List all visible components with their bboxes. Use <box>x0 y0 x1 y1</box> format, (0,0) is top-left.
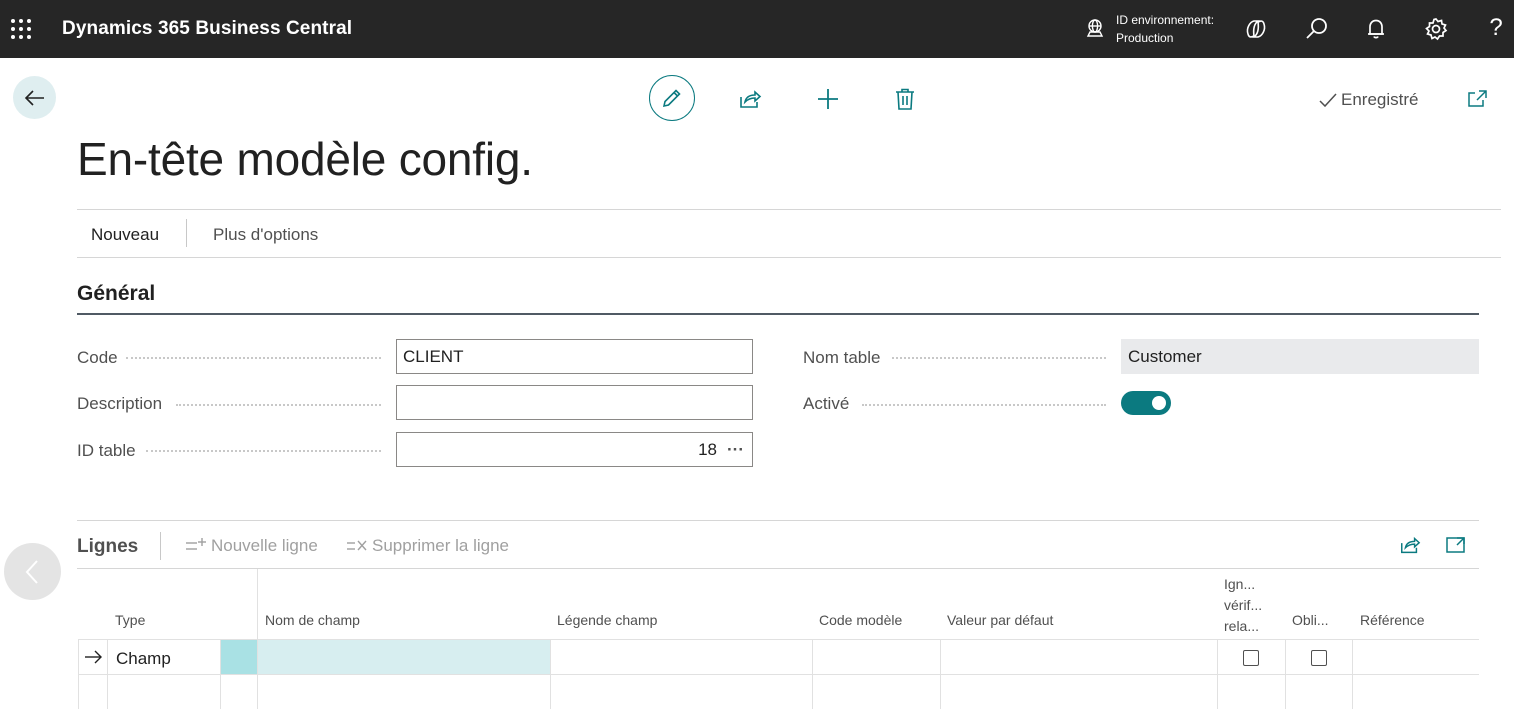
action-separator <box>186 219 187 247</box>
environment-label: ID environnement: <box>1116 13 1215 27</box>
column-header-skip-relation-check[interactable]: Ign... vérif... rela... <box>1224 574 1262 637</box>
enabled-toggle[interactable] <box>1121 391 1171 415</box>
chevron-left-icon <box>25 560 38 584</box>
grid-top-border <box>77 568 1479 569</box>
action-separator <box>160 532 161 560</box>
checkmark-icon <box>1319 93 1337 108</box>
new-action[interactable]: Nouveau <box>91 225 159 245</box>
saved-status: Enregistré <box>1318 89 1418 111</box>
field-name-cell[interactable] <box>258 640 550 674</box>
column-header-type[interactable]: Type <box>115 612 145 628</box>
table-name-value: Customer <box>1128 346 1202 366</box>
leader-dots <box>146 450 381 452</box>
add-icon[interactable] <box>816 87 840 111</box>
general-section-title[interactable]: Général <box>77 282 155 306</box>
reference-cell[interactable] <box>1353 640 1479 674</box>
page-title: En-tête modèle config. <box>77 133 533 185</box>
divider <box>77 520 1479 521</box>
code-field[interactable]: CLIENT <box>396 339 753 374</box>
column-header-mandatory[interactable]: Obli... <box>1292 612 1329 628</box>
back-button[interactable] <box>13 76 56 119</box>
table-id-field[interactable]: 18 ··· <box>396 432 753 467</box>
description-field[interactable] <box>396 385 753 420</box>
open-new-window-icon[interactable] <box>1466 88 1488 110</box>
edit-pencil-icon <box>662 89 681 108</box>
share-icon[interactable] <box>1399 534 1421 556</box>
app-title[interactable]: Dynamics 365 Business Central <box>62 18 352 40</box>
table-id-label: ID table <box>77 441 136 460</box>
help-icon[interactable]: ? <box>1482 13 1510 41</box>
column-header-field-name[interactable]: Nom de champ <box>265 612 360 628</box>
row-indicator-arrow-icon <box>84 649 102 665</box>
copilot-icon[interactable] <box>1242 15 1270 43</box>
table-name-field: Customer <box>1121 339 1479 374</box>
description-label: Description <box>77 394 163 413</box>
environment-icon <box>1084 18 1106 40</box>
default-value-cell[interactable] <box>941 640 1217 674</box>
section-divider <box>77 313 1479 315</box>
enabled-label: Activé <box>803 394 850 413</box>
delete-icon[interactable] <box>893 87 917 111</box>
template-code-cell[interactable] <box>813 640 940 674</box>
delete-line-icon <box>347 540 367 551</box>
edit-button[interactable] <box>649 75 695 121</box>
previous-button[interactable] <box>4 543 61 600</box>
new-line-icon <box>186 538 206 550</box>
expand-icon[interactable] <box>1445 534 1467 556</box>
column-header-reference[interactable]: Référence <box>1360 612 1425 628</box>
leader-dots <box>892 357 1106 359</box>
column-header-default-value[interactable]: Valeur par défaut <box>947 612 1053 628</box>
waffle-icon[interactable] <box>9 17 33 41</box>
column-header-template-code[interactable]: Code modèle <box>819 612 902 628</box>
column-header-text: Ign... <box>1224 576 1256 592</box>
field-caption-cell[interactable] <box>551 640 812 674</box>
delete-line-action[interactable]: Supprimer la ligne <box>346 534 509 558</box>
skip-relation-check-checkbox[interactable] <box>1243 650 1259 666</box>
toggle-knob <box>1152 396 1166 410</box>
lines-title[interactable]: Lignes <box>77 536 138 558</box>
action-bar: Nouveau Plus d'options <box>77 210 1501 257</box>
share-icon[interactable] <box>738 87 762 111</box>
new-line-action[interactable]: Nouvelle ligne <box>185 534 318 558</box>
mandatory-checkbox[interactable] <box>1311 650 1327 666</box>
code-label: Code <box>77 348 118 367</box>
leader-dots <box>126 357 381 359</box>
code-value: CLIENT <box>403 346 464 366</box>
gear-icon[interactable] <box>1422 15 1450 43</box>
column-header-field-caption[interactable]: Légende champ <box>557 612 657 628</box>
leader-dots <box>862 404 1106 406</box>
leader-dots <box>176 404 381 406</box>
type-cell[interactable]: Champ <box>116 649 171 669</box>
selected-cell[interactable] <box>221 640 257 674</box>
new-line-label: Nouvelle ligne <box>211 536 318 555</box>
more-options-action[interactable]: Plus d'options <box>213 225 318 245</box>
saved-label: Enregistré <box>1341 90 1419 109</box>
environment-value: Production <box>1116 31 1174 45</box>
lookup-button[interactable]: ··· <box>727 440 744 460</box>
environment-selector[interactable]: ID environnement: Production <box>1084 10 1224 48</box>
table-name-label: Nom table <box>803 348 881 367</box>
bell-icon[interactable] <box>1362 15 1390 43</box>
column-header-text: rela... <box>1224 618 1260 634</box>
delete-line-label: Supprimer la ligne <box>372 536 510 555</box>
divider <box>77 257 1501 258</box>
table-id-value: 18 <box>698 439 718 459</box>
back-arrow-icon <box>24 90 44 106</box>
row-divider <box>78 674 1479 675</box>
top-app-bar: Dynamics 365 Business Central ID environ… <box>0 0 1514 58</box>
environment-text: ID environnement: Production <box>1116 11 1214 47</box>
column-header-text: vérif... <box>1224 597 1263 613</box>
search-icon[interactable] <box>1303 15 1331 43</box>
